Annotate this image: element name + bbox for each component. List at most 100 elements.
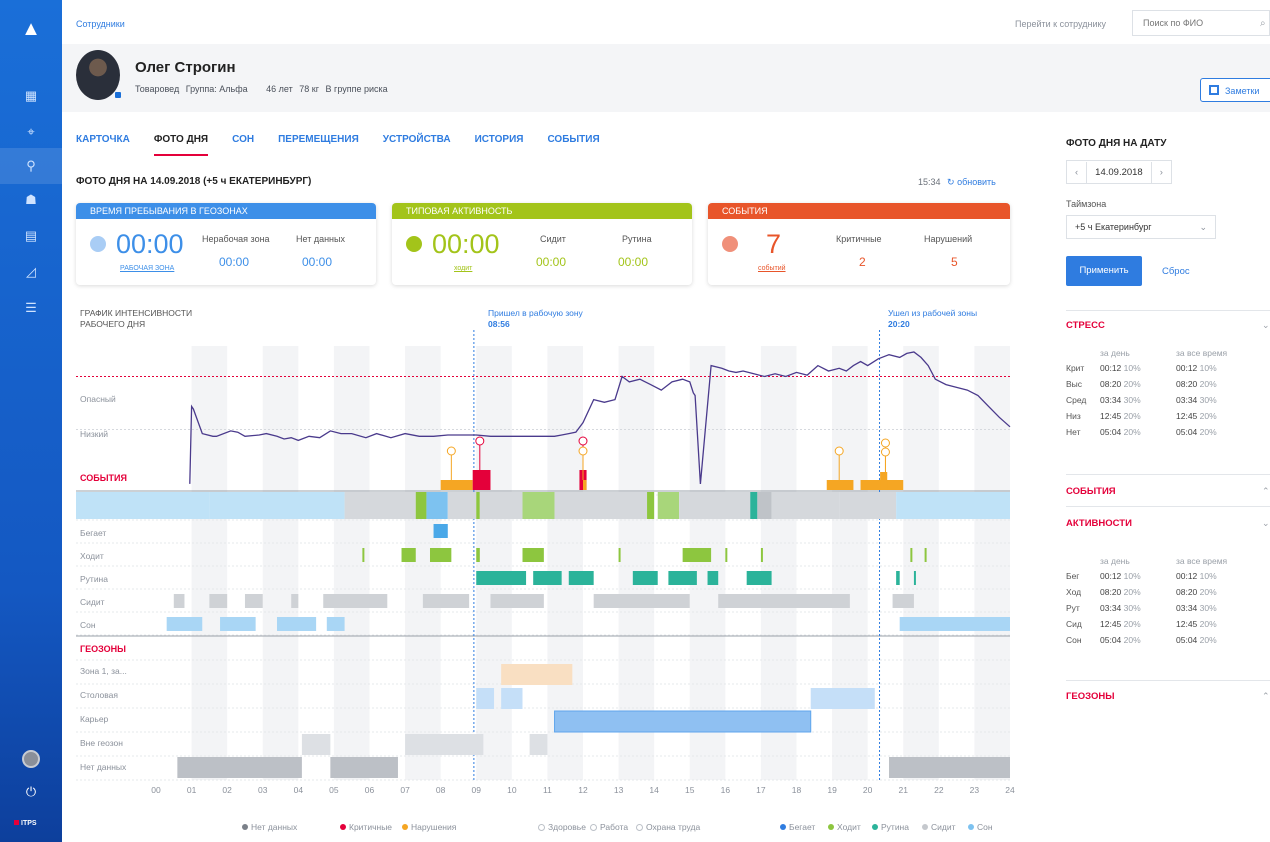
divider [1066, 474, 1270, 475]
stress-day-pct: 10% [1123, 363, 1141, 373]
activity-strip-segment [476, 492, 480, 519]
chevron-down-icon[interactable]: ⌄ [1262, 518, 1270, 529]
stress-day-value: 03:34 [1100, 395, 1122, 405]
hour-tick-label: 22 [934, 785, 944, 795]
employees-icon[interactable]: ☗ [21, 190, 41, 210]
legend-nodata: Нет данных [242, 822, 297, 832]
timezone-label: Таймзона [1066, 199, 1107, 209]
pin-icon[interactable]: ⚲ [21, 156, 41, 176]
departure-label: Ушел из рабочей зоны 20:20 [888, 308, 977, 330]
activity-walk-segment [682, 548, 712, 562]
apply-button[interactable]: Применить [1066, 256, 1142, 286]
tab-devices[interactable]: УСТРОЙСТВА [383, 134, 451, 156]
legend-routine: Рутина [872, 822, 909, 832]
activity-row: Рут 03:34 30% 03:34 30% [1066, 600, 1252, 616]
documents-icon[interactable]: ▤ [21, 226, 41, 246]
notes-button[interactable]: Заметки [1200, 78, 1270, 102]
tab-events[interactable]: СОБЫТИЯ [547, 134, 599, 156]
activity-strip-segment [839, 492, 897, 519]
geozone-canteen-segment [810, 688, 875, 709]
legend-sit: Сидит [922, 822, 956, 832]
chevron-down-icon: ⌄ [144, 503, 153, 513]
divider [1066, 680, 1270, 681]
events-section-header[interactable]: СОБЫТИЯ [1066, 486, 1116, 497]
chevron-down-icon[interactable]: ⌄ [1262, 320, 1270, 331]
hour-tick-label: 21 [898, 785, 908, 795]
settings-sliders-icon[interactable]: ☰ [21, 298, 41, 318]
analytics-icon[interactable]: ◿ [21, 262, 41, 282]
geozone-canteen-segment [501, 688, 523, 709]
stress-section-header[interactable]: СТРЕСС [1066, 320, 1105, 331]
geozones-section-header[interactable]: ГЕОЗОНЫ [1066, 691, 1115, 702]
app-logo-icon[interactable]: ▲ [20, 18, 42, 40]
dashboard-icon[interactable]: ▦ [21, 86, 41, 106]
chevron-up-icon[interactable]: ⌃ [1262, 486, 1270, 497]
stress-key: Выс [1066, 379, 1083, 389]
activity-sit-segment [209, 594, 228, 608]
activity-strip-segment [771, 492, 840, 519]
timezone-value: +5 ч Екатеринбург [1075, 222, 1152, 232]
map-people-icon[interactable]: ⌖ [21, 122, 41, 142]
chevron-up-icon[interactable]: ⌃ [1262, 691, 1270, 702]
activities-section-header[interactable]: АКТИВНОСТИ [1066, 518, 1132, 529]
stress-day-value: 05:04 [1100, 427, 1122, 437]
hour-tick-label: 04 [293, 785, 304, 795]
hour-band [333, 346, 370, 780]
events-sub-link[interactable]: событий [758, 265, 786, 272]
activity-run-segment [433, 524, 448, 538]
geozone-sub-link[interactable]: РАБОЧАЯ ЗОНА [120, 265, 174, 272]
chevron-down-icon: ⌄ [1199, 222, 1207, 232]
geozone-value-2: 00:00 [302, 255, 333, 269]
hour-tick-label: 17 [756, 785, 766, 795]
activity-row: Бег 00:12 10% 00:12 10% [1066, 568, 1252, 584]
tab-movements[interactable]: ПЕРЕМЕЩЕНИЯ [278, 134, 359, 156]
legend-health-label: Здоровье [548, 822, 586, 832]
search-icon[interactable]: ⌕ [1260, 18, 1266, 29]
user-avatar[interactable] [22, 750, 40, 768]
search-input[interactable] [1132, 10, 1270, 36]
stress-day-pct: 30% [1123, 395, 1141, 405]
hour-tick-label: 12 [578, 785, 588, 795]
tab-history[interactable]: ИСТОРИЯ [475, 134, 524, 156]
activity-all-value: 05:04 [1176, 635, 1198, 645]
timezone-select[interactable]: +5 ч Екатеринбург ⌄ [1066, 215, 1216, 239]
activity-walk-segment [522, 548, 544, 562]
geozone-time-card: ВРЕМЯ ПРЕБЫВАНИЯ В ГЕОЗОНАХ 00:00 РАБОЧА… [76, 203, 376, 285]
stress-all-value: 03:34 [1176, 395, 1198, 405]
activity-sub-link[interactable]: ходит [454, 265, 472, 272]
reset-button[interactable]: Сброс [1162, 266, 1190, 277]
hour-tick-label: 24 [1005, 785, 1015, 795]
stress-all-pct: 10% [1199, 363, 1217, 373]
row-label-outside: Вне геозон [80, 738, 123, 748]
hour-tick-label: 14 [649, 785, 659, 795]
tab-card[interactable]: КАРТОЧКА [76, 134, 130, 156]
stress-row: Низ 12:45 20% 12:45 20% [1066, 408, 1252, 424]
tab-sleep[interactable]: СОН [232, 134, 254, 156]
activity-day-pct: 10% [1123, 571, 1141, 581]
activity-day-value: 12:45 [1100, 619, 1122, 629]
activity-routine-segment [568, 571, 594, 585]
power-icon[interactable]: ⏻ [21, 782, 41, 802]
tab-day-photo[interactable]: ФОТО ДНЯ [153, 134, 209, 156]
date-field[interactable]: 14.09.2018 [1086, 161, 1152, 183]
hour-tick-label: 18 [791, 785, 802, 795]
refresh-icon: ↻ [947, 177, 955, 187]
refresh-button[interactable]: ↻ обновить [947, 177, 996, 187]
activity-row: Сон 05:04 20% 05:04 20% [1066, 632, 1252, 648]
activity-sit-segment [422, 594, 470, 608]
employee-group: Группа: Альфа [185, 84, 248, 94]
event-pin [578, 436, 588, 446]
activity-sit-segment [291, 594, 299, 608]
hour-band [405, 346, 441, 780]
geozone-outside-segment [529, 734, 548, 755]
activity-day-value: 00:12 [1100, 571, 1122, 581]
employee-meta: Товаровед Группа: Альфа 46 лет 78 кг В г… [135, 84, 392, 94]
activity-all-value: 08:20 [1176, 587, 1198, 597]
stress-all-pct: 20% [1199, 411, 1217, 421]
next-date-icon[interactable]: › [1152, 167, 1171, 178]
breadcrumb[interactable]: Сотрудники [76, 19, 125, 29]
prev-date-icon[interactable]: ‹ [1067, 167, 1086, 178]
level-low-label: Низкий [80, 429, 108, 439]
activities-section-label[interactable]: АКТИВНОСТИ ⌄ [80, 503, 153, 514]
activity-all-value: 03:34 [1176, 603, 1198, 613]
